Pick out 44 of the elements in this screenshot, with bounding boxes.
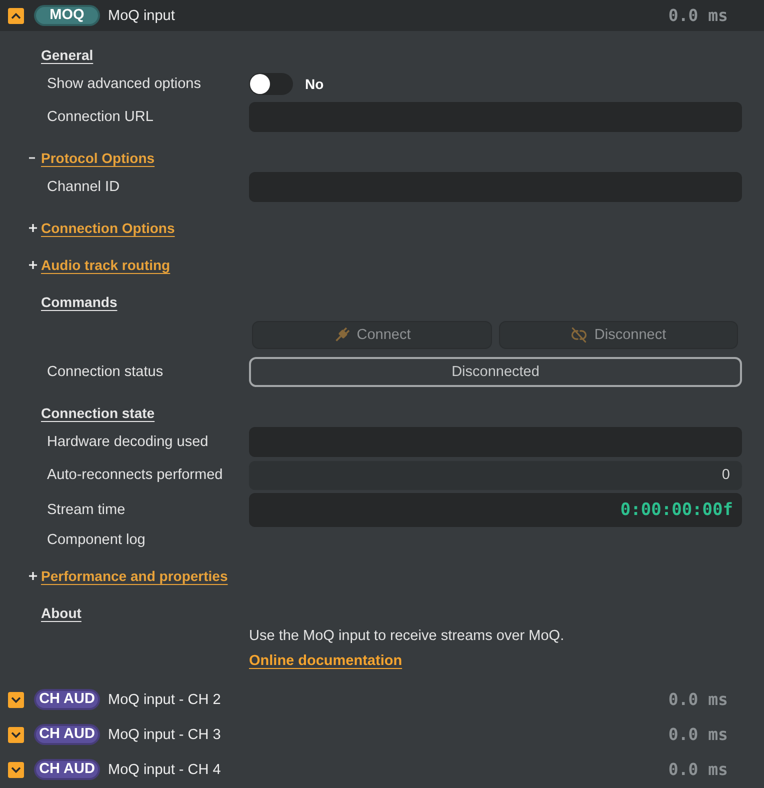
type-badge: CH AUD <box>34 724 100 745</box>
type-badge: CH AUD <box>34 759 100 780</box>
latency-readout: 0.0 ms <box>668 760 728 779</box>
timecode-display: 0:00:00:00f <box>249 493 742 527</box>
type-badge: CH AUD <box>34 689 100 710</box>
expand-button[interactable] <box>8 762 24 778</box>
expand-button[interactable] <box>8 726 24 742</box>
field-label: Show advanced options <box>47 76 202 92</box>
section-link[interactable]: Protocol Options <box>41 150 155 166</box>
field-label: Stream time <box>47 502 126 518</box>
section-heading: General <box>41 47 94 63</box>
latency-readout: 0.0 ms <box>668 6 728 25</box>
toggle-switch[interactable] <box>249 73 293 95</box>
component-title: MoQ input - CH 2 <box>108 692 221 708</box>
component-title: MoQ input <box>108 8 175 24</box>
collapse-button[interactable] <box>8 8 24 24</box>
latency-readout: 0.0 ms <box>668 725 728 744</box>
status-display: Disconnected <box>249 357 742 387</box>
section-link[interactable]: Connection Options <box>41 220 175 236</box>
field-label: Auto-reconnects performed <box>47 467 224 483</box>
latency-readout: 0.0 ms <box>668 690 728 709</box>
field-label: Connection status <box>47 364 164 380</box>
section-link[interactable]: Performance and properties <box>41 568 228 584</box>
field-label: Channel ID <box>47 179 121 195</box>
field-label: Component log <box>47 532 146 548</box>
section-link[interactable]: Audio track routing <box>41 257 170 273</box>
section-heading: Commands <box>41 294 118 310</box>
section-heading: About <box>41 605 82 621</box>
component-title: MoQ input - CH 4 <box>108 762 221 778</box>
description-text: Use the MoQ input to receive streams over MoQ. <box>249 627 566 645</box>
counter-field[interactable]: 0 <box>249 460 742 490</box>
chevron-up-icon <box>11 12 21 18</box>
section-heading: Connection state <box>41 405 155 421</box>
chevron-down-icon <box>11 732 21 738</box>
expand-button[interactable] <box>8 692 24 708</box>
broken-link-icon <box>570 326 588 344</box>
chevron-down-icon <box>11 696 21 702</box>
chevron-down-icon <box>11 766 21 772</box>
field-label: Connection URL <box>47 109 154 125</box>
documentation-link[interactable]: Online documentation <box>249 652 402 670</box>
toggle-value: No <box>305 76 324 92</box>
field-label: Hardware decoding used <box>47 434 210 450</box>
type-badge: MOQ <box>34 5 100 26</box>
component-title: MoQ input - CH 3 <box>108 726 221 742</box>
